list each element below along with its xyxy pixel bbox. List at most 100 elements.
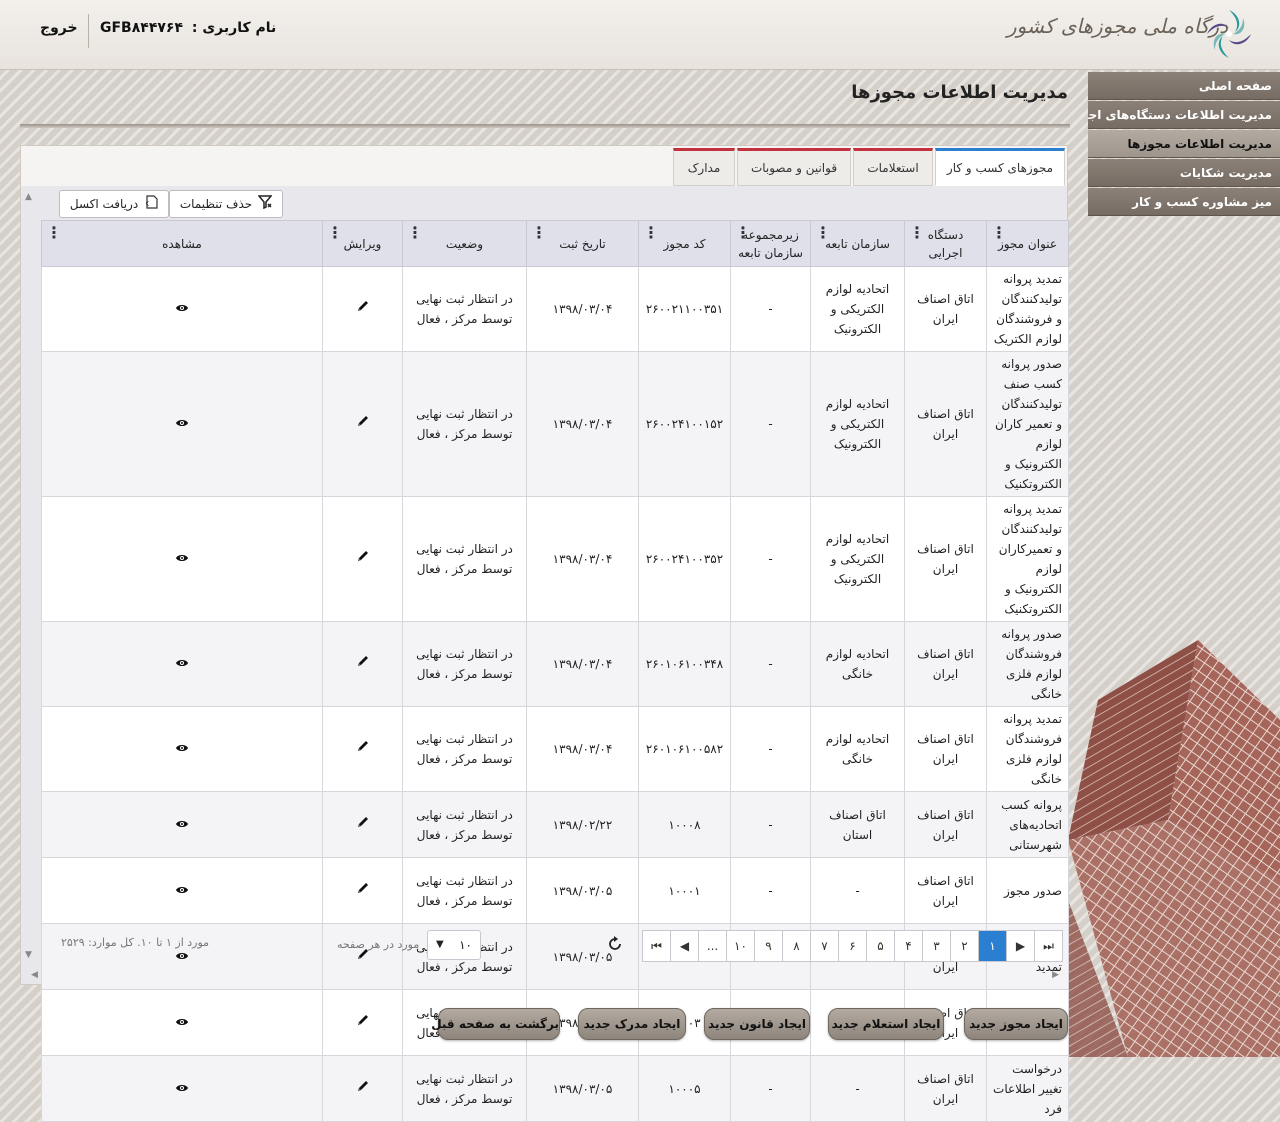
- cell-title: پروانه کسب اتحادیه‌های شهرستانی: [986, 791, 1069, 858]
- cell-status: در انتظار ثبت نهایی توسط مرکز ، فعال: [402, 857, 527, 924]
- page-number-button[interactable]: ۷: [810, 930, 839, 962]
- cell-date: ۱۳۹۸/۰۳/۰۴: [526, 621, 639, 707]
- view-eye-icon[interactable]: [175, 549, 189, 569]
- column-header-date[interactable]: ⋮ تاریخ ثبت: [526, 220, 639, 267]
- table-row[interactable]: تمدید پروانه فروشندگان لوازم فلزی خانگی ا…: [41, 706, 1069, 792]
- prev-page-icon[interactable]: ◀: [670, 930, 699, 962]
- column-menu-icon[interactable]: ⋮: [735, 225, 751, 241]
- page-number-button[interactable]: ۱: [978, 930, 1007, 962]
- column-menu-icon[interactable]: ⋮: [643, 225, 659, 241]
- new-document-button[interactable]: ایجاد مدرک جدید: [578, 1008, 686, 1040]
- edit-pencil-icon[interactable]: [356, 739, 370, 759]
- column-header-view[interactable]: ⋮ مشاهده: [41, 220, 323, 267]
- column-menu-icon[interactable]: ⋮: [46, 225, 62, 241]
- page-number-button[interactable]: ۵: [866, 930, 895, 962]
- column-menu-icon[interactable]: ⋮: [531, 225, 547, 241]
- vertical-scrollbar[interactable]: ▲ ▼: [23, 192, 37, 962]
- action-bar: ایجاد مجوز جدید ایجاد استعلام جدید ایجاد…: [0, 1008, 1280, 1040]
- page-number-button[interactable]: ۱۰: [726, 930, 755, 962]
- clear-settings-button[interactable]: حذف تنظیمات: [168, 190, 283, 218]
- column-menu-icon[interactable]: ⋮: [815, 225, 831, 241]
- cell-code: ۲۶۰۱۰۶۱۰۰۵۸۲: [638, 706, 731, 792]
- sidebar-item-licenses[interactable]: مدیریت اطلاعات مجوزها: [1088, 130, 1280, 158]
- column-menu-icon[interactable]: ⋮: [327, 225, 343, 241]
- column-menu-icon[interactable]: ⋮: [991, 225, 1007, 241]
- view-eye-icon[interactable]: [175, 739, 189, 759]
- page-number-button[interactable]: ۸: [782, 930, 811, 962]
- first-page-icon[interactable]: ⏮: [642, 930, 671, 962]
- scroll-right-icon[interactable]: ▶: [1052, 970, 1059, 980]
- view-eye-icon[interactable]: [175, 881, 189, 901]
- column-header-org[interactable]: ⋮ سازمان تابعه: [810, 220, 905, 267]
- table-row[interactable]: تمدید پروانه تولیدکنندگان و تعمیرکاران ل…: [41, 496, 1069, 622]
- column-header-code[interactable]: ⋮ کد مجوز: [638, 220, 731, 267]
- cell-edit: [322, 351, 403, 497]
- page-number-button[interactable]: ۶: [838, 930, 867, 962]
- view-eye-icon[interactable]: [175, 947, 189, 967]
- edit-pencil-icon[interactable]: [356, 881, 370, 901]
- cell-status: در انتظار ثبت نهایی توسط مرکز ، فعال: [402, 351, 527, 497]
- tab-inquiries[interactable]: استعلامات: [853, 148, 933, 186]
- edit-pencil-icon[interactable]: [356, 414, 370, 434]
- cell-code: ۱۰۰۰۵: [638, 1055, 731, 1122]
- horizontal-scrollbar[interactable]: ▶ ◀: [31, 970, 1059, 980]
- next-page-icon[interactable]: ▶: [1006, 930, 1035, 962]
- sidebar-item-complaints[interactable]: مدیریت شکایات: [1088, 159, 1280, 187]
- page-number-button[interactable]: ۳: [922, 930, 951, 962]
- new-law-button[interactable]: ایجاد قانون جدید: [704, 1008, 810, 1040]
- scroll-left-icon[interactable]: ◀: [31, 970, 38, 980]
- edit-pencil-icon[interactable]: [356, 815, 370, 835]
- edit-pencil-icon[interactable]: [356, 654, 370, 674]
- last-page-icon[interactable]: ⏭: [1034, 930, 1063, 962]
- sidebar-item-executive-devices[interactable]: مدیریت اطلاعات دستگاه‌های اجرایی: [1088, 101, 1280, 129]
- scroll-down-icon[interactable]: ▼: [25, 950, 32, 960]
- back-button[interactable]: برگشت به صفحه قبل: [431, 1008, 560, 1040]
- edit-pencil-icon[interactable]: [356, 549, 370, 569]
- view-eye-icon[interactable]: [175, 1079, 189, 1099]
- username-value: GFB۸۴۴۷۶۴: [100, 20, 183, 36]
- table-row[interactable]: تمدید پروانه تولیدکنندگان و فروشندگان لو…: [41, 266, 1069, 352]
- column-header-suborg[interactable]: ⋮ زیرمجموعه سازمان تابعه: [730, 220, 811, 267]
- table-row[interactable]: صدور مجوز اتاق اصناف ایران - -۱۰۰۰۱ ۱۳۹۸/۰۳/…: [41, 857, 1069, 924]
- table-row[interactable]: صدور پروانه فروشندگان لوازم فلزی خانگی ات…: [41, 621, 1069, 707]
- cell-date: ۱۳۹۸/۰۳/۰۴: [526, 706, 639, 792]
- page-size-select[interactable]: ۱۰ ▼: [427, 930, 481, 960]
- page-number-button[interactable]: ۹: [754, 930, 783, 962]
- column-header-device[interactable]: ⋮ دستگاه اجرایی: [904, 220, 987, 267]
- cell-org: -: [810, 857, 905, 924]
- view-eye-icon[interactable]: [175, 299, 189, 319]
- tab-laws[interactable]: قوانین و مصوبات: [737, 148, 851, 186]
- sidebar-item-business-desk[interactable]: میز مشاوره کسب و کار: [1088, 188, 1280, 216]
- page-number-button[interactable]: ۴: [894, 930, 923, 962]
- view-eye-icon[interactable]: [175, 815, 189, 835]
- page-number-button[interactable]: ۲: [950, 930, 979, 962]
- table-row[interactable]: درخواست تغییر اطلاعات فرد اتاق اصناف ایرا…: [41, 1055, 1069, 1122]
- column-menu-icon[interactable]: ⋮: [407, 225, 423, 241]
- view-eye-icon[interactable]: [175, 654, 189, 674]
- new-inquiry-button[interactable]: ایجاد استعلام جدید: [828, 1008, 944, 1040]
- new-license-button[interactable]: ایجاد مجوز جدید: [964, 1008, 1068, 1040]
- tab-business-licenses[interactable]: مجوزهای کسب و کار: [935, 148, 1065, 186]
- table-row[interactable]: پروانه کسب اتحادیه‌های شهرستانی اتاق اصنا…: [41, 791, 1069, 858]
- column-header-status[interactable]: ⋮ وضعیت: [402, 220, 527, 267]
- tab-documents[interactable]: مدارک: [673, 148, 735, 186]
- clear-settings-label: حذف تنظیمات: [179, 197, 253, 211]
- refresh-icon[interactable]: [607, 936, 623, 955]
- view-eye-icon[interactable]: [175, 414, 189, 434]
- cell-org: اتحادیه لوازم خانگی: [810, 621, 905, 707]
- page-number-button[interactable]: ...: [698, 930, 727, 962]
- cell-suborg: -: [730, 857, 811, 924]
- edit-pencil-icon[interactable]: [356, 299, 370, 319]
- logout-link[interactable]: خروج: [40, 20, 78, 36]
- edit-pencil-icon[interactable]: [356, 1079, 370, 1099]
- column-menu-icon[interactable]: ⋮: [909, 225, 925, 241]
- scroll-up-icon[interactable]: ▲: [25, 192, 32, 202]
- column-header-edit[interactable]: ⋮ ویرایش: [322, 220, 403, 267]
- cell-date: ۱۳۹۸/۰۳/۰۴: [526, 496, 639, 622]
- export-excel-button[interactable]: X دریافت اکسل: [58, 190, 169, 218]
- sidebar-item-home[interactable]: صفحه اصلی: [1088, 72, 1280, 100]
- cell-device: اتاق اصناف ایران: [904, 351, 987, 497]
- cell-suborg: -: [730, 351, 811, 497]
- column-header-title[interactable]: ⋮ عنوان مجوز: [986, 220, 1069, 267]
- table-row[interactable]: صدور پروانه کسب صنف تولیدکنندگان و تعمیر…: [41, 351, 1069, 497]
